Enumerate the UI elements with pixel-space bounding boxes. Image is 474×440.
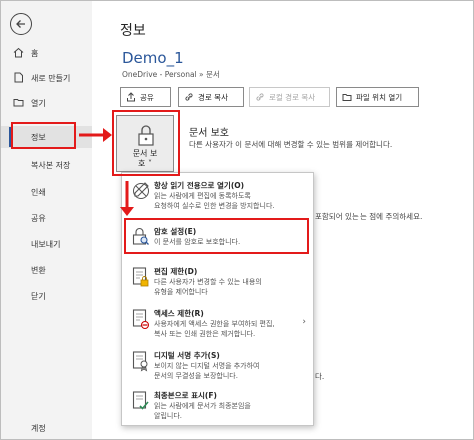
copy-local-path-button[interactable]: 로컬 경로 복사 (249, 87, 330, 107)
sidebar-item-label: 열기 (31, 99, 46, 108)
menu-item-title: 액세스 제한(R) (154, 309, 204, 318)
desc-line: 알립니다. (154, 412, 182, 420)
menu-item-title: 최종본으로 표시(F) (154, 391, 217, 400)
menu-item-desc: 사용자에게 액세스 권한을 부여하되 편집, 복사 또는 인쇄 권한은 제거합니… (154, 319, 275, 339)
desc-line: 읽는 사람에게 편집에 동록하도록 (154, 192, 251, 200)
page-title: 정보 (120, 23, 146, 39)
sidebar-item-label: 홈 (31, 49, 39, 58)
sidebar-item-close[interactable]: 닫기 (1, 285, 92, 307)
share-icon (127, 92, 135, 102)
sidebar-item-account[interactable]: 계정 (1, 417, 92, 439)
sidebar-item-label: 인쇄 (31, 188, 46, 197)
sidebar-item-share[interactable]: 공유 (1, 207, 92, 229)
sidebar-item-transform[interactable]: 변환 (1, 259, 92, 281)
protect-heading: 문서 보호 (189, 128, 229, 139)
menu-item-digital-signature[interactable]: 디지털 서명 추가(S) 보이지 않는 디지털 서명을 추가하여 문서의 무결성… (122, 347, 313, 383)
inspect-text-2: 는 점에 주의하세요. (360, 212, 423, 221)
document-lock-icon (132, 267, 149, 287)
annotation-box-info (11, 122, 76, 149)
sidebar-item-export[interactable]: 내보내기 (1, 233, 92, 255)
desc-line: 요청하여 실수로 인한 변경을 방지합니다. (154, 202, 275, 210)
desc-line: 다른 사용자가 변경할 수 있는 내용의 (154, 278, 262, 286)
annotation-box-protect (112, 110, 180, 176)
annotation-box-password (124, 218, 309, 254)
home-icon (13, 47, 24, 58)
document-path: OneDrive - Personal » 문서 (122, 70, 220, 79)
desc-line: 복사 또는 인쇄 권한은 제거합니다. (154, 330, 256, 338)
menu-item-desc: 다른 사용자가 변경할 수 있는 내용의 유형을 제어합니다 (154, 277, 262, 297)
folder-open-icon (13, 99, 24, 107)
sidebar-item-open[interactable]: 열기 (1, 92, 92, 114)
sidebar-item-new[interactable]: 새로 만들기 (1, 67, 92, 89)
protect-description: 다른 사용자가 이 문서에 대해 변경할 수 있는 범위를 제어합니다. (189, 140, 393, 149)
menu-item-restrict-editing[interactable]: 편집 제한(D) 다른 사용자가 변경할 수 있는 내용의 유형을 제어합니다 (122, 263, 313, 299)
versions-text: 다. (315, 372, 325, 381)
arrow-left-icon (16, 20, 25, 28)
chevron-right-icon: › (302, 317, 306, 327)
sidebar-item-save-copy[interactable]: 복사본 저장 (1, 154, 92, 176)
copy-local-path-label: 로컬 경로 복사 (269, 92, 316, 102)
share-label: 공유 (140, 92, 154, 102)
open-file-location-button[interactable]: 파일 위치 열기 (336, 87, 419, 107)
desc-line: 사용자에게 액세스 권한을 부여하되 편집, (154, 320, 275, 328)
open-file-location-label: 파일 위치 열기 (356, 92, 403, 102)
document-title: Demo_1 (122, 49, 184, 67)
share-button[interactable]: 공유 (120, 87, 171, 107)
sidebar-item-home[interactable]: 홈 (1, 42, 92, 64)
document-ribbon-icon (132, 351, 148, 372)
copy-path-label: 경로 복사 (198, 92, 228, 102)
desc-line: 문서의 무결성을 보장합니다. (154, 372, 238, 380)
menu-item-title: 편집 제한(D) (154, 267, 198, 276)
annotation-arrow-right (79, 128, 112, 142)
desc-line: 읽는 사람에게 문서가 최종본임을 (154, 402, 251, 410)
menu-item-restrict-access[interactable]: 액세스 제한(R) 사용자에게 액세스 권한을 부여하되 편집, 복사 또는 인… (122, 305, 313, 341)
protect-document-menu: 항상 읽기 전용으로 열기(O) 읽는 사람에게 편집에 동록하도록 요청하여 … (121, 172, 314, 426)
copy-path-button[interactable]: 경로 복사 (178, 87, 244, 107)
back-button[interactable] (10, 13, 32, 35)
menu-item-always-read-only[interactable]: 항상 읽기 전용으로 열기(O) 읽는 사람에게 편집에 동록하도록 요청하여 … (122, 177, 313, 219)
desc-line: 보이지 않는 디지털 서명을 추가하여 (154, 362, 260, 370)
annotation-arrow-down (120, 181, 134, 216)
menu-item-desc: 읽는 사람에게 편집에 동록하도록 요청하여 실수로 인한 변경을 방지합니다. (154, 191, 275, 211)
sidebar-item-label: 새로 만들기 (31, 74, 71, 83)
sidebar-item-print[interactable]: 인쇄 (1, 181, 92, 203)
menu-item-title: 항상 읽기 전용으로 열기(O) (154, 181, 245, 190)
sidebar-item-label: 닫기 (31, 292, 46, 301)
menu-item-title: 디지털 서명 추가(S) (154, 351, 220, 360)
new-document-icon (14, 72, 23, 83)
document-check-icon (132, 391, 149, 410)
menu-item-mark-as-final[interactable]: 최종본으로 표시(F) 읽는 사람에게 문서가 최종본임을 알립니다. (122, 387, 313, 423)
link-icon (185, 93, 193, 101)
link-icon (256, 93, 264, 101)
menu-item-desc: 보이지 않는 디지털 서명을 추가하여 문서의 무결성을 보장합니다. (154, 361, 260, 381)
folder-icon (342, 94, 352, 101)
sidebar-item-label: 내보내기 (31, 240, 61, 249)
backstage-sidebar: 홈 새로 만들기 열기 정보 복사본 저장 인쇄 공유 내보내기 변환 닫기 계… (1, 1, 92, 439)
inspect-text-1: 포함되어 있는 (315, 212, 359, 221)
menu-item-desc: 읽는 사람에게 문서가 최종본임을 알립니다. (154, 401, 251, 421)
document-block-icon (132, 309, 149, 329)
sidebar-item-label: 변환 (31, 266, 46, 275)
sidebar-item-label: 공유 (31, 214, 46, 223)
sidebar-item-label: 계정 (31, 424, 46, 433)
desc-line: 유형을 제어합니다 (154, 288, 208, 296)
sidebar-item-label: 복사본 저장 (31, 161, 71, 170)
